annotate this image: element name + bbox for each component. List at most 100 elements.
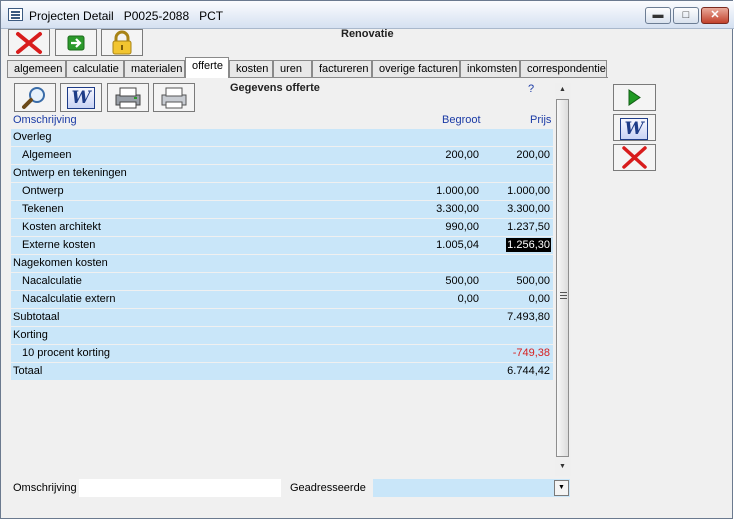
project-name-header: Renovatie [341,28,394,40]
row-price: 200,00 [516,149,550,161]
tab-calculatie[interactable]: calculatie [66,60,124,77]
row-price: 7.493,80 [507,311,550,323]
scroll-up-icon[interactable]: ▲ [559,86,566,93]
printer-icon [161,87,187,109]
row-label: Nacalculatie [22,275,82,287]
table-row[interactable]: Kosten architekt 990,00 1.237,50 [11,219,553,236]
cancel-button[interactable] [613,144,656,171]
table-row[interactable]: Korting [11,327,553,344]
print-preview-button[interactable] [107,83,149,112]
tab-kosten[interactable]: kosten [229,60,273,77]
description-label: Omschrijving [13,482,77,494]
table-row[interactable]: Nacalculatie 500,00 500,00 [11,273,553,290]
scrollbar-thumb[interactable] [556,99,569,457]
row-label: Totaal [13,365,43,377]
row-label: Nacalculatie extern [22,293,116,305]
tab-correspondentie[interactable]: correspondentie [520,60,607,77]
row-label: Nagekomen kosten [13,257,108,269]
project-code: P0025-2088 [123,9,190,23]
print-button[interactable] [153,83,195,112]
row-budget: 1.000,00 [436,185,479,197]
word-document-button[interactable]: W [613,114,656,141]
word-export-button[interactable]: W [60,83,102,112]
delete-button[interactable] [8,29,50,56]
tab-factureren[interactable]: factureren [312,60,372,77]
maximize-button[interactable]: □ [673,7,699,24]
row-label: Overleg [13,131,52,143]
row-budget: 990,00 [445,221,479,233]
addressee-select[interactable]: ▼ [373,479,570,497]
table-row[interactable]: Nacalculatie extern 0,00 0,00 [11,291,553,308]
lock-button[interactable] [101,29,143,56]
title-bar[interactable]: Projecten Detail P0025-2088 PCT ▬ □ ✕ [1,1,734,29]
project-detail-window: Projecten Detail P0025-2088 PCT ▬ □ ✕ Re… [0,0,734,519]
padlock-icon [112,30,132,55]
addressee-label: Geadresseerde [290,482,366,494]
run-button[interactable] [613,84,656,111]
tab-uren[interactable]: uren [273,60,312,77]
go-button[interactable] [55,29,97,56]
tab-offerte[interactable]: offerte [185,57,229,78]
row-price-selected[interactable]: 1.256,30 [506,238,551,252]
chevron-down-icon[interactable]: ▼ [554,480,569,496]
app-window-icon [8,8,23,21]
close-window-button[interactable]: ✕ [701,7,729,24]
table-row[interactable]: Tekenen 3.300,00 3.300,00 [11,201,553,218]
table-row[interactable]: 10 procent korting -749,38 [11,345,553,362]
window-title: Projecten Detail P0025-2088 PCT [29,9,223,23]
row-label: Korting [13,329,48,341]
row-price: 0,00 [528,293,550,305]
grip-icon [560,292,567,299]
table-row[interactable]: Totaal 6.744,42 [11,363,553,380]
row-budget: 3.300,00 [436,203,479,215]
scroll-down-icon[interactable]: ▼ [559,463,566,470]
row-budget: 200,00 [445,149,479,161]
row-budget: 500,00 [445,275,479,287]
vertical-scrollbar[interactable]: ▲ ▼ [555,83,571,476]
tab-inkomsten[interactable]: inkomsten [460,60,520,77]
column-header-description: Omschrijving [13,114,77,126]
green-arrow-icon [67,35,85,51]
magnifier-icon [22,87,45,109]
red-x-icon [622,146,647,169]
close-icon: ✕ [710,9,720,21]
row-label: Tekenen [22,203,64,215]
window-title-label: Projecten Detail [29,9,114,23]
row-label: Ontwerp en tekeningen [13,167,127,179]
column-header-budget: Begroot [442,114,481,126]
row-price: 1.237,50 [507,221,550,233]
table-row[interactable]: Subtotaal 7.493,80 [11,309,553,326]
tab-algemeen[interactable]: algemeen [7,60,66,77]
table-row[interactable]: Nagekomen kosten [11,255,553,272]
table-row[interactable]: Externe kosten 1.005,04 1.256,30 [11,237,553,254]
row-price: 1.000,00 [507,185,550,197]
row-label: Subtotaal [13,311,60,323]
row-label: 10 procent korting [22,347,111,359]
row-label: Kosten architekt [22,221,101,233]
row-label: Ontwerp [22,185,64,197]
table-row[interactable]: Algemeen 200,00 200,00 [11,147,553,164]
row-price-negative: -749,38 [512,347,550,359]
table-row[interactable]: Ontwerp en tekeningen [11,165,553,182]
tab-overige-facturen[interactable]: overige facturen [372,60,460,77]
printer-icon [115,87,141,109]
row-price: 6.744,42 [507,365,550,377]
red-x-icon [16,32,42,54]
tab-materialen[interactable]: materialen [124,60,185,77]
row-budget: 0,00 [457,293,479,305]
search-button[interactable] [14,83,56,112]
row-label: Externe kosten [22,239,96,251]
row-label: Algemeen [22,149,72,161]
maximize-icon: □ [682,9,690,21]
project-suffix: PCT [199,9,224,23]
description-input[interactable] [79,479,281,497]
help-link[interactable]: ? [528,83,534,95]
word-icon: W [620,118,648,140]
offer-table: Overleg Algemeen 200,00 200,00 Ontwerp e… [11,129,553,381]
row-budget: 1.005,04 [436,239,479,251]
word-icon: W [67,87,95,109]
table-row[interactable]: Ontwerp 1.000,00 1.000,00 [11,183,553,200]
minimize-button[interactable]: ▬ [645,7,671,24]
minimize-icon: ▬ [652,9,664,21]
table-row[interactable]: Overleg [11,129,553,146]
